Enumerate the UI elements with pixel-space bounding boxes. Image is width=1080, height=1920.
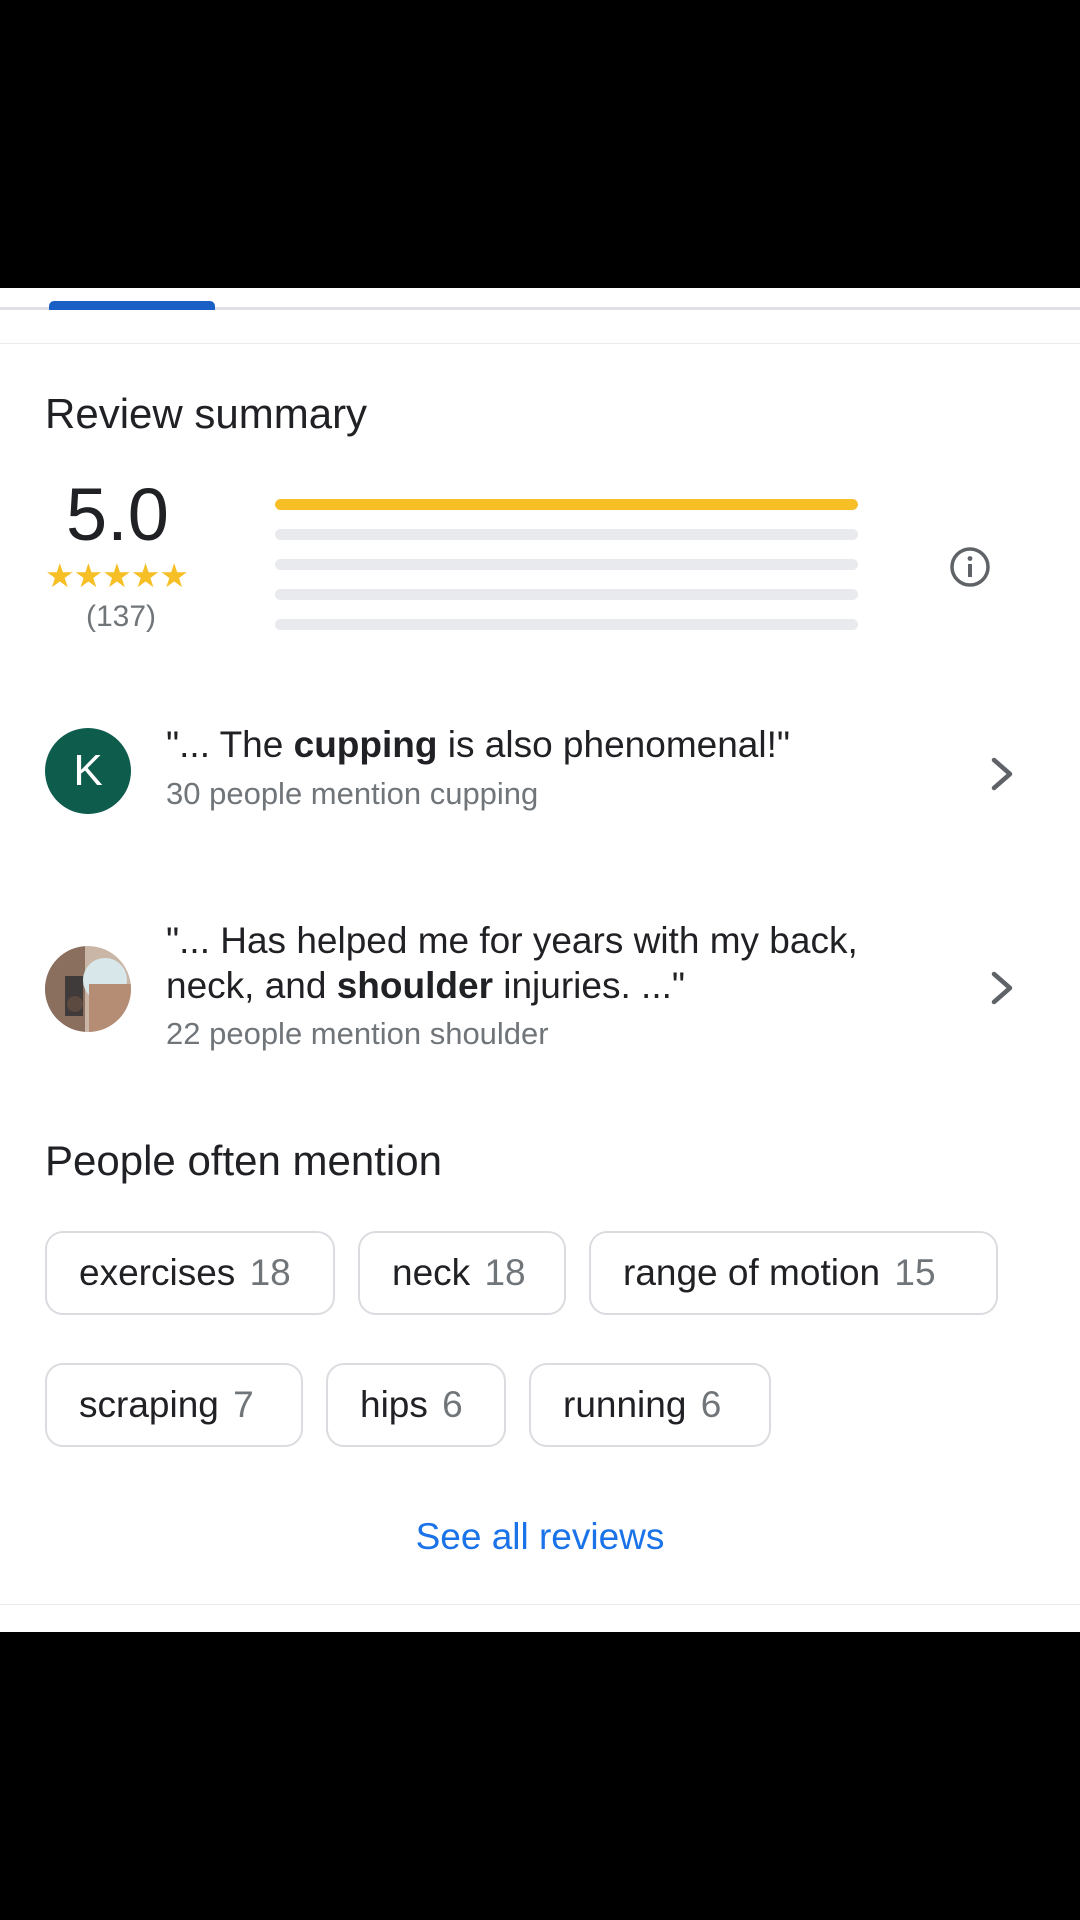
- chip-label: running: [563, 1384, 687, 1425]
- people-often-mention-title: People often mention: [45, 1137, 442, 1184]
- chevron-right-icon[interactable]: [988, 754, 1018, 794]
- mention-chip[interactable]: running 6: [529, 1363, 771, 1447]
- mention-chip[interactable]: range of motion 15: [589, 1231, 998, 1315]
- chip-count: 18: [249, 1252, 291, 1293]
- chip-count: 7: [233, 1384, 254, 1425]
- chip-label: scraping: [79, 1384, 219, 1425]
- mention-chip[interactable]: exercises 18: [45, 1231, 335, 1315]
- review-snippet[interactable]: "... Has helped me for years with my bac…: [0, 918, 1080, 1068]
- chip-label: neck: [392, 1252, 471, 1293]
- quote-text: injuries. ...": [492, 965, 686, 1006]
- review-count[interactable]: (137): [86, 600, 156, 634]
- divider: [0, 1604, 1080, 1605]
- quote-text: "... The: [166, 724, 294, 765]
- rating-bar-2: [275, 589, 858, 600]
- active-tab-indicator: [49, 301, 215, 310]
- review-panel: Review summary 5.0 ★★★★★ (137) K "... Th…: [0, 288, 1080, 1632]
- chip-count: 15: [894, 1252, 936, 1293]
- avatar: K: [45, 728, 131, 814]
- mention-count: 22 people mention shoulder: [166, 1016, 549, 1051]
- divider: [0, 343, 1080, 344]
- chip-label: hips: [360, 1384, 428, 1425]
- rating-score: 5.0: [66, 473, 169, 556]
- chip-count: 6: [700, 1384, 722, 1425]
- chip-label: range of motion: [623, 1252, 881, 1293]
- chip-count: 18: [484, 1252, 526, 1293]
- mention-chip[interactable]: scraping 7: [45, 1363, 303, 1447]
- quote-highlight: cupping: [293, 724, 438, 765]
- see-all-reviews-link[interactable]: See all reviews: [0, 1516, 1080, 1558]
- star-rating: ★★★★★: [45, 557, 189, 594]
- info-icon[interactable]: [949, 546, 991, 588]
- review-summary-title: Review summary: [45, 390, 368, 437]
- review-snippet[interactable]: K "... The cupping is also phenomenal!" …: [0, 706, 1080, 826]
- rating-bar-5: [275, 499, 858, 510]
- chevron-right-icon[interactable]: [988, 968, 1018, 1008]
- mention-count: 30 people mention cupping: [166, 776, 539, 811]
- mention-chip[interactable]: hips 6: [326, 1363, 506, 1447]
- rating-bar-4: [275, 529, 858, 540]
- chip-label: exercises: [79, 1252, 236, 1293]
- review-quote: "... The cupping is also phenomenal!": [166, 722, 926, 767]
- rating-bar-fill: [275, 499, 858, 510]
- quote-highlight: shoulder: [336, 965, 493, 1006]
- user-photo-avatar: [45, 946, 131, 1032]
- review-quote: "... Has helped me for years with my bac…: [166, 918, 926, 1008]
- chip-count: 6: [442, 1384, 463, 1425]
- rating-bar-1: [275, 619, 858, 630]
- mention-chip[interactable]: neck 18: [358, 1231, 566, 1315]
- rating-bar-3: [275, 559, 858, 570]
- quote-text: is also phenomenal!": [437, 724, 791, 765]
- user-photo: [45, 946, 131, 1032]
